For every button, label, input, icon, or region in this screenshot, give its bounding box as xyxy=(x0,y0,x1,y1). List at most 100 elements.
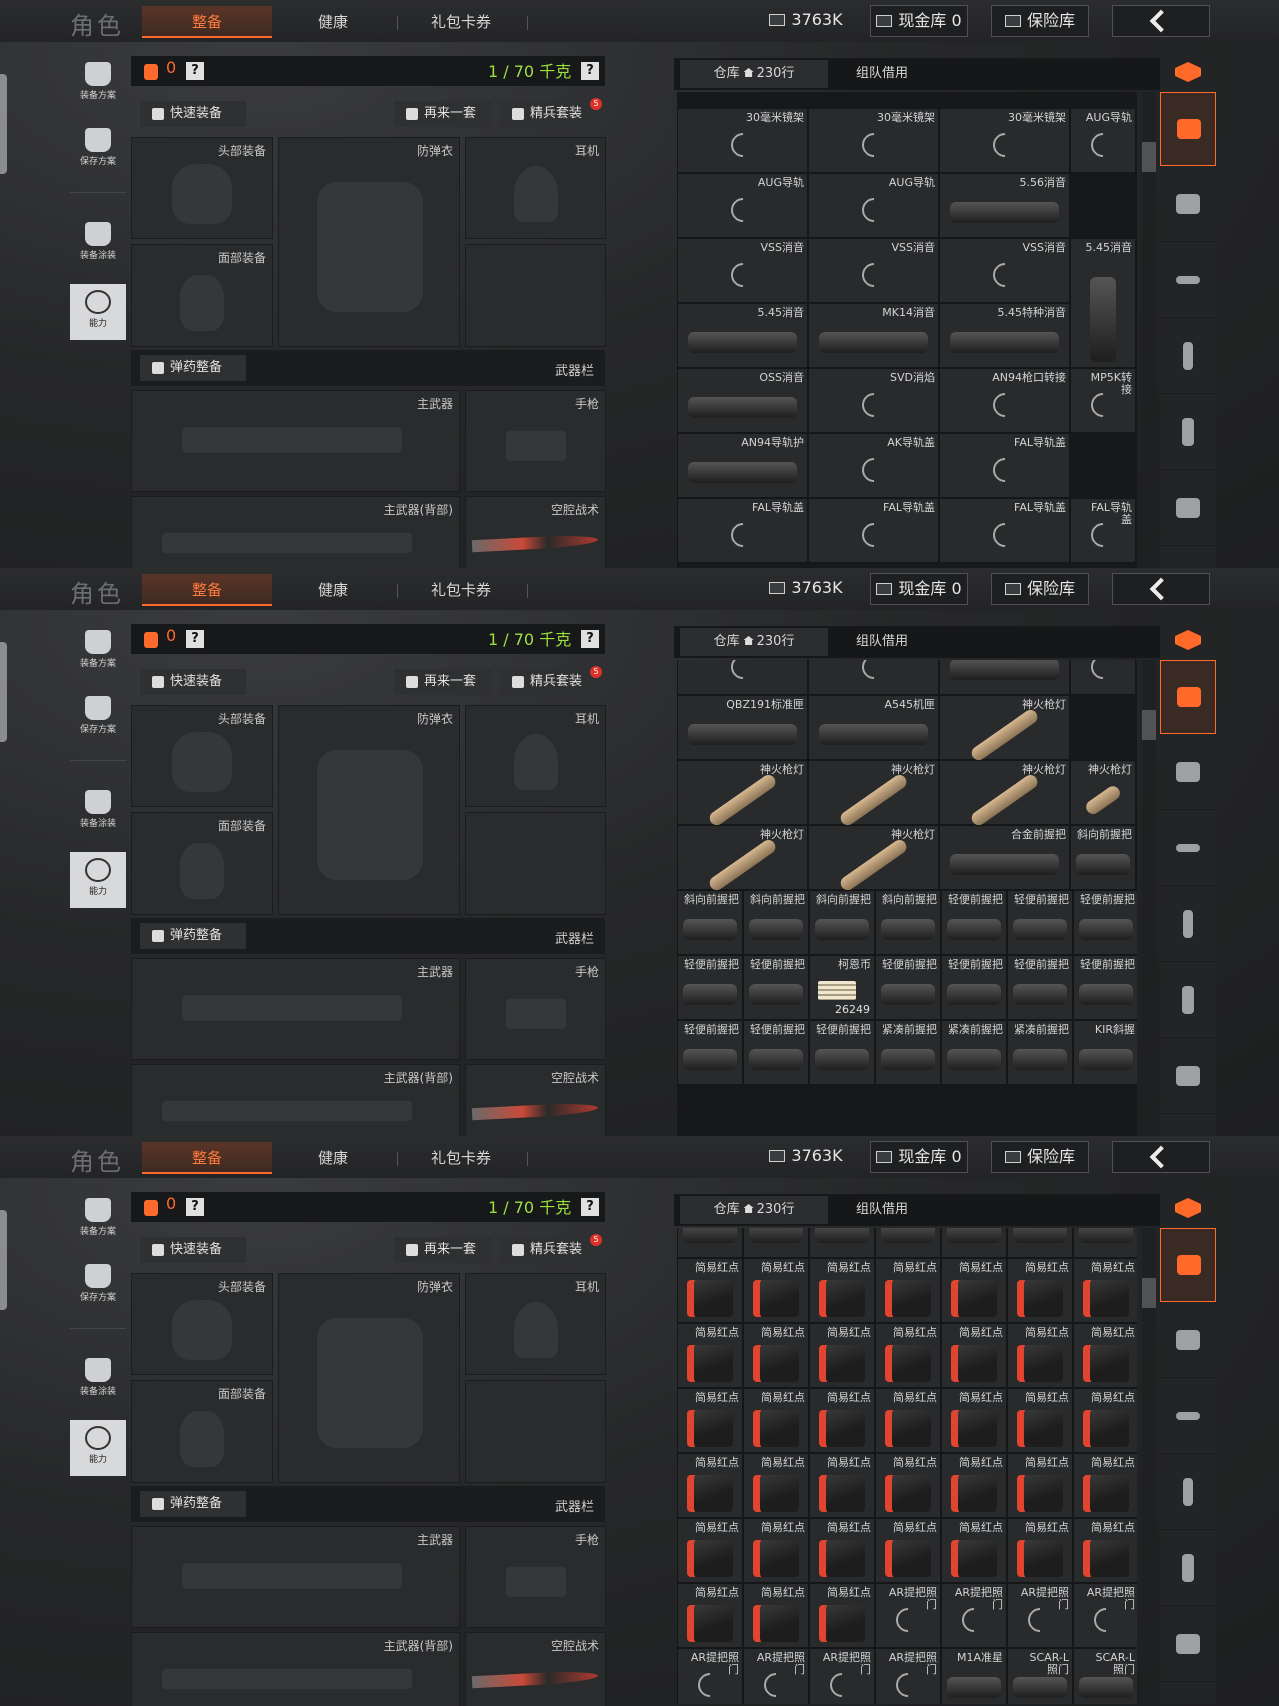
ammo-equip-button[interactable]: 弹药整备 xyxy=(140,1491,246,1517)
help-icon[interactable]: ? xyxy=(186,1198,204,1216)
tab-warehouse[interactable]: 仓库 230行 xyxy=(680,60,828,88)
back-weapon-slot[interactable]: 主武器(背部) xyxy=(131,1064,460,1136)
category-weapons[interactable] xyxy=(1160,1380,1216,1454)
inventory-cell[interactable]: 神火枪灯 xyxy=(677,760,808,828)
inventory-cell[interactable]: SCAR-L 照门 xyxy=(1073,1648,1137,1704)
help-icon[interactable]: ? xyxy=(186,630,204,648)
edge-handle[interactable] xyxy=(0,642,7,742)
inventory-cell[interactable]: 简易红点 xyxy=(875,1453,941,1518)
scroll-thumb[interactable] xyxy=(1142,1278,1156,1308)
inventory-cell[interactable]: 简易红点 xyxy=(941,1453,1007,1518)
weight-help-icon[interactable]: ? xyxy=(581,62,599,80)
inventory-cell[interactable]: 简易红点 xyxy=(1007,1388,1073,1453)
inventory-cell[interactable]: 轻便前握把 xyxy=(941,955,1007,1020)
pistol-slot[interactable]: 手枪 xyxy=(465,958,606,1060)
face-slot[interactable]: 面部装备 xyxy=(131,1380,273,1483)
tab-health[interactable]: 健康 xyxy=(268,1142,398,1174)
inventory-cell[interactable]: VSS消音 xyxy=(939,238,1070,303)
inventory-cell[interactable]: 5.56消音 xyxy=(939,173,1070,238)
inventory-cell[interactable]: 神火枪灯 xyxy=(939,695,1070,763)
inventory-cell[interactable]: RPK16机匣 xyxy=(677,660,808,695)
inventory-cell[interactable]: 简易红点 xyxy=(1073,1518,1137,1583)
inventory-cell[interactable]: 轻便前握把 xyxy=(1007,890,1073,955)
inventory-cell[interactable]: AR提把照门 xyxy=(875,1648,941,1704)
inventory-cell[interactable]: 合金前握把 xyxy=(939,825,1070,890)
inventory-cell[interactable]: FAL导轨盖 xyxy=(1070,498,1136,563)
melee-slot[interactable]: 空腔战术 xyxy=(465,1632,606,1706)
inventory-cell[interactable]: FAL导轨盖 xyxy=(939,498,1070,563)
category-ammo[interactable] xyxy=(1160,964,1216,1038)
tab-warehouse[interactable]: 仓库 230行 xyxy=(680,628,828,656)
inventory-cell[interactable]: 柯恩币 26249 xyxy=(809,955,875,1020)
save-plan-button[interactable]: 保存方案 xyxy=(70,690,126,746)
ability-button[interactable]: 能力 xyxy=(70,852,126,908)
inventory-cell[interactable]: M1A准星 xyxy=(941,1648,1007,1704)
inventory-cell[interactable]: 简易红点 xyxy=(875,1388,941,1453)
tab-loadout[interactable]: 整备 xyxy=(142,1142,272,1174)
save-plan-button[interactable]: 保存方案 xyxy=(70,122,126,178)
inventory-cell[interactable]: 简易红点 xyxy=(875,1258,941,1323)
inventory-cell[interactable]: 简易红点 xyxy=(677,1258,743,1323)
weight-help-icon[interactable]: ? xyxy=(581,1198,599,1216)
category-armor[interactable] xyxy=(1160,736,1216,810)
category-ammo[interactable] xyxy=(1160,1532,1216,1606)
inventory-cell[interactable]: AUG导轨 xyxy=(808,173,939,238)
category-magazines[interactable] xyxy=(1160,1456,1216,1530)
edge-handle[interactable] xyxy=(0,1210,7,1310)
ammo-equip-button[interactable]: 弹药整备 xyxy=(140,355,246,381)
category-ammo[interactable] xyxy=(1160,396,1216,470)
inventory-cell[interactable] xyxy=(1007,1228,1073,1258)
inventory-cell[interactable]: 简易红点 xyxy=(809,1453,875,1518)
inventory-cell[interactable]: VSS现代盖 xyxy=(1070,660,1136,695)
inventory-cell[interactable]: 轻便前握把 xyxy=(677,955,743,1020)
back-button[interactable] xyxy=(1112,5,1210,37)
inventory-cell[interactable]: AN94导轨护 xyxy=(677,433,808,498)
face-slot[interactable]: 面部装备 xyxy=(131,812,273,915)
category-armor[interactable] xyxy=(1160,1304,1216,1378)
ear-slot[interactable]: 耳机 xyxy=(465,137,606,239)
tab-loadout[interactable]: 整备 xyxy=(142,6,272,38)
edge-handle[interactable] xyxy=(0,74,7,174)
inventory-cell[interactable]: 神火枪灯 xyxy=(808,760,939,828)
head-slot[interactable]: 头部装备 xyxy=(131,1273,273,1375)
inventory-cell[interactable]: 简易红点 xyxy=(743,1518,809,1583)
ability-button[interactable]: 能力 xyxy=(70,1420,126,1476)
inventory-cell[interactable]: SCAR-L 照门 xyxy=(1007,1648,1073,1704)
inventory-cell[interactable]: AR提把照门 xyxy=(809,1648,875,1704)
loadout-plan-button[interactable]: 装备方案 xyxy=(70,624,126,680)
category-attachments[interactable] xyxy=(1160,1040,1216,1114)
armor-slot[interactable]: 防弹衣 xyxy=(278,1273,460,1483)
inventory-cell[interactable]: 轻便前握把 xyxy=(677,1020,743,1085)
inventory-cell[interactable]: VSS消音 xyxy=(808,238,939,303)
loadout-plan-button[interactable]: 装备方案 xyxy=(70,56,126,112)
elite-kit-button[interactable]: 精兵套装 xyxy=(500,669,600,695)
inventory-cell[interactable]: AR提把照门 xyxy=(1073,1583,1137,1648)
category-weapons[interactable] xyxy=(1160,812,1216,886)
inventory-cell[interactable]: 简易红点 xyxy=(743,1453,809,1518)
inventory-cell[interactable]: 斜向前握把 xyxy=(677,890,743,955)
category-attachments[interactable] xyxy=(1160,1608,1216,1682)
armor-slot[interactable]: 防弹衣 xyxy=(278,137,460,347)
empty-slot[interactable] xyxy=(465,244,606,347)
cash-vault-button[interactable]: 现金库 0 xyxy=(870,1141,968,1173)
inventory-cell[interactable]: 5.45特种消音 xyxy=(939,303,1070,368)
inventory-cell[interactable]: 斜向前握把 xyxy=(875,890,941,955)
category-attachments[interactable] xyxy=(1160,472,1216,546)
inventory-cell[interactable]: 简易红点 xyxy=(743,1258,809,1323)
safe-box-button[interactable]: 保险库 xyxy=(991,1141,1089,1173)
back-button[interactable] xyxy=(1112,573,1210,605)
inventory-cell[interactable]: AK导轨盖 xyxy=(808,433,939,498)
inventory-cell[interactable]: QBZ191标准匣 xyxy=(677,695,808,760)
empty-slot[interactable] xyxy=(465,812,606,915)
inventory-cell[interactable]: 轻便前握把 xyxy=(809,1020,875,1085)
tab-gift-cards[interactable]: 礼包卡券 xyxy=(396,574,526,606)
inventory-cell[interactable]: 简易红点 xyxy=(1073,1453,1137,1518)
tab-gift-cards[interactable]: 礼包卡券 xyxy=(396,1142,526,1174)
inventory-cell[interactable] xyxy=(941,1228,1007,1258)
inventory-cell[interactable]: RPK16机匣 xyxy=(808,660,939,695)
inventory-cell[interactable]: 简易红点 xyxy=(1073,1388,1137,1453)
primary-weapon-slot[interactable]: 主武器 xyxy=(131,1526,460,1628)
empty-slot[interactable] xyxy=(465,1380,606,1483)
inventory-cell[interactable]: 5.45消音 xyxy=(1070,238,1136,368)
head-slot[interactable]: 头部装备 xyxy=(131,137,273,239)
